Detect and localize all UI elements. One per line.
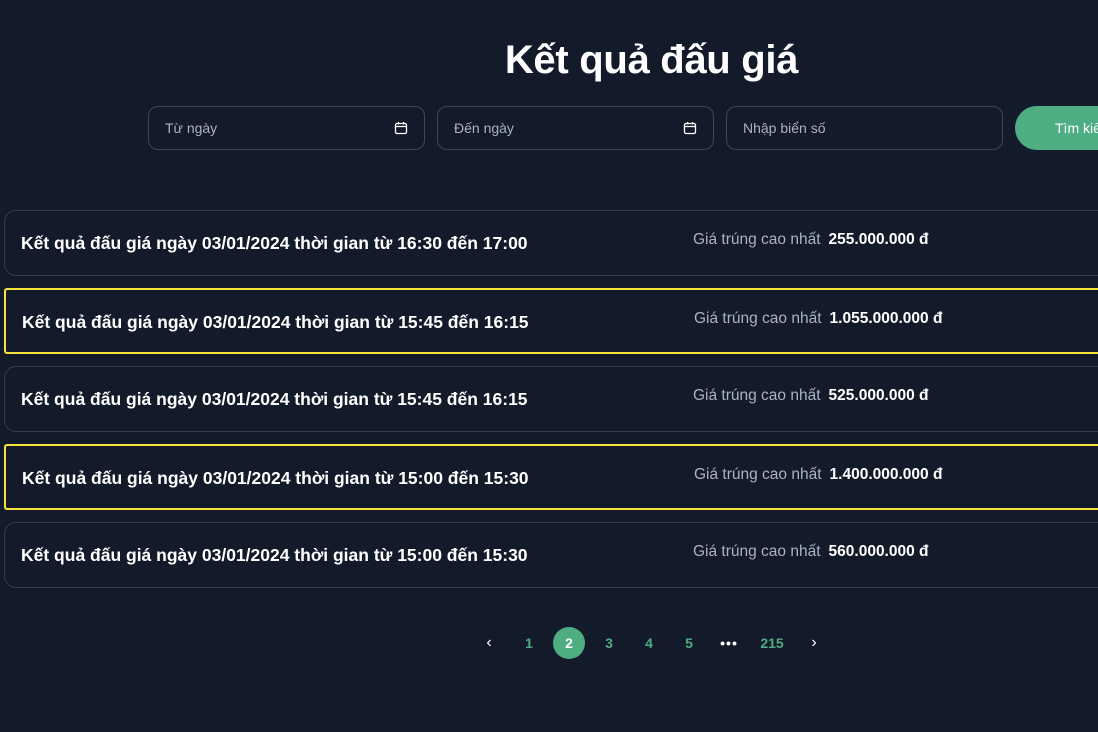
result-row[interactable]: Kết quả đấu giá ngày 03/01/2024 thời gia… (4, 210, 1098, 276)
result-price: Giá trúng cao nhất 1.055.000.000 đ (694, 310, 942, 328)
page-3[interactable]: 3 (593, 627, 625, 659)
result-row-highlighted[interactable]: Kết quả đấu giá ngày 03/01/2024 thời gia… (4, 444, 1098, 510)
page-2-current[interactable]: 2 (553, 627, 585, 659)
from-date-input[interactable] (165, 120, 388, 136)
page-4[interactable]: 4 (633, 627, 665, 659)
results-list: Kết quả đấu giá ngày 03/01/2024 thời gia… (4, 210, 1098, 600)
next-page-icon[interactable]: › (798, 627, 830, 659)
result-title: Kết quả đấu giá ngày 03/01/2024 thời gia… (22, 468, 529, 488)
price-value: 255.000.000 đ (828, 231, 929, 248)
price-label: Giá trúng cao nhất (693, 231, 821, 248)
result-row-highlighted[interactable]: Kết quả đấu giá ngày 03/01/2024 thời gia… (4, 288, 1098, 354)
plate-number-field[interactable] (726, 106, 1003, 150)
calendar-icon[interactable] (683, 121, 697, 135)
page-title: Kết quả đấu giá (504, 38, 799, 82)
page-1[interactable]: 1 (513, 627, 545, 659)
price-value: 1.400.000.000 đ (829, 466, 943, 483)
calendar-icon[interactable] (394, 121, 408, 135)
result-price: Giá trúng cao nhất 1.400.000.000 đ (694, 466, 942, 484)
result-title: Kết quả đấu giá ngày 03/01/2024 thời gia… (21, 545, 528, 565)
price-label: Giá trúng cao nhất (694, 466, 822, 483)
price-value: 525.000.000 đ (828, 387, 929, 404)
search-button[interactable]: Tìm kiếm (1015, 106, 1098, 150)
result-row[interactable]: Kết quả đấu giá ngày 03/01/2024 thời gia… (4, 522, 1098, 588)
price-label: Giá trúng cao nhất (693, 543, 821, 560)
result-price: Giá trúng cao nhất 525.000.000 đ (693, 387, 929, 405)
result-title: Kết quả đấu giá ngày 03/01/2024 thời gia… (21, 389, 528, 409)
page-5[interactable]: 5 (673, 627, 705, 659)
result-title: Kết quả đấu giá ngày 03/01/2024 thời gia… (22, 312, 529, 332)
price-label: Giá trúng cao nhất (694, 310, 822, 327)
to-date-input[interactable] (454, 120, 677, 136)
result-title: Kết quả đấu giá ngày 03/01/2024 thời gia… (21, 233, 528, 253)
price-value: 1.055.000.000 đ (829, 310, 943, 327)
price-label: Giá trúng cao nhất (693, 387, 821, 404)
result-price: Giá trúng cao nhất 255.000.000 đ (693, 231, 929, 249)
result-row[interactable]: Kết quả đấu giá ngày 03/01/2024 thời gia… (4, 366, 1098, 432)
price-value: 560.000.000 đ (828, 543, 929, 560)
result-price: Giá trúng cao nhất 560.000.000 đ (693, 543, 929, 561)
pagination-ellipsis: ••• (720, 635, 738, 651)
plate-number-input[interactable] (743, 120, 986, 136)
filter-bar: Tìm kiếm (148, 106, 1098, 152)
page-last[interactable]: 215 (752, 627, 792, 659)
to-date-field[interactable] (437, 106, 714, 150)
from-date-field[interactable] (148, 106, 425, 150)
prev-page-icon[interactable]: ‹ (473, 627, 505, 659)
